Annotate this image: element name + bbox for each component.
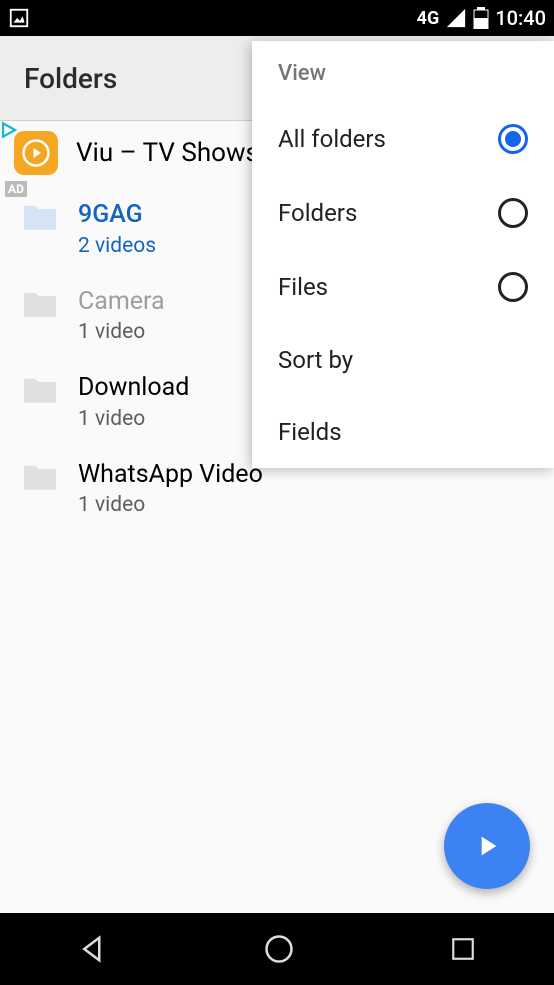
play-icon [471,830,503,862]
folder-name: 9GAG [78,199,156,232]
folder-info: 9GAG2 videos [78,199,156,258]
nav-bar [0,913,554,985]
folder-icon [20,288,60,320]
ad-app-icon [14,131,58,175]
status-right: 4G 10:40 [417,6,546,30]
ad-badge: AD [5,181,27,197]
status-left [8,7,30,29]
folder-subtitle: 1 video [78,407,189,431]
popup-header: View [252,41,554,102]
radio-icon [498,198,528,228]
radio-icon [498,272,528,302]
picture-icon [8,7,30,29]
folder-icon [20,201,60,233]
folder-subtitle: 1 video [78,493,263,517]
page-title: Folders [24,62,117,95]
view-option[interactable]: Files [252,250,554,324]
view-option-label: Folders [278,199,357,227]
nav-back-button[interactable] [78,934,108,964]
home-icon [264,934,294,964]
popup-action-label: Fields [278,418,342,446]
view-option-label: Files [278,273,328,301]
popup-action-label: Sort by [278,346,353,374]
folder-subtitle: 1 video [78,320,165,344]
nav-home-button[interactable] [264,934,294,964]
folder-info: WhatsApp Video1 video [78,459,263,518]
play-fab[interactable] [444,803,530,889]
folder-name: WhatsApp Video [78,459,263,492]
clock-label: 10:40 [495,6,546,30]
popup-action[interactable]: Fields [252,396,554,468]
back-icon [78,934,108,964]
recent-icon [450,936,476,962]
folder-subtitle: 2 videos [78,234,156,258]
popup-action[interactable]: Sort by [252,324,554,396]
view-popup: View All folders Folders Files Sort by Fiel… [252,41,554,468]
battery-icon [473,7,489,29]
view-option-label: All folders [278,125,386,153]
status-bar: 4G 10:40 [0,0,554,36]
view-option[interactable]: All folders [252,102,554,176]
folder-name: Download [78,372,189,405]
ad-privacy-icon[interactable] [0,121,18,139]
view-option[interactable]: Folders [252,176,554,250]
nav-recent-button[interactable] [450,936,476,962]
folder-info: Download1 video [78,372,189,431]
folder-icon [20,374,60,406]
folder-name: Camera [78,286,165,319]
folder-info: Camera1 video [78,286,165,345]
folder-icon [20,461,60,493]
radio-icon [498,124,528,154]
network-label: 4G [417,8,440,29]
signal-icon [445,7,467,29]
